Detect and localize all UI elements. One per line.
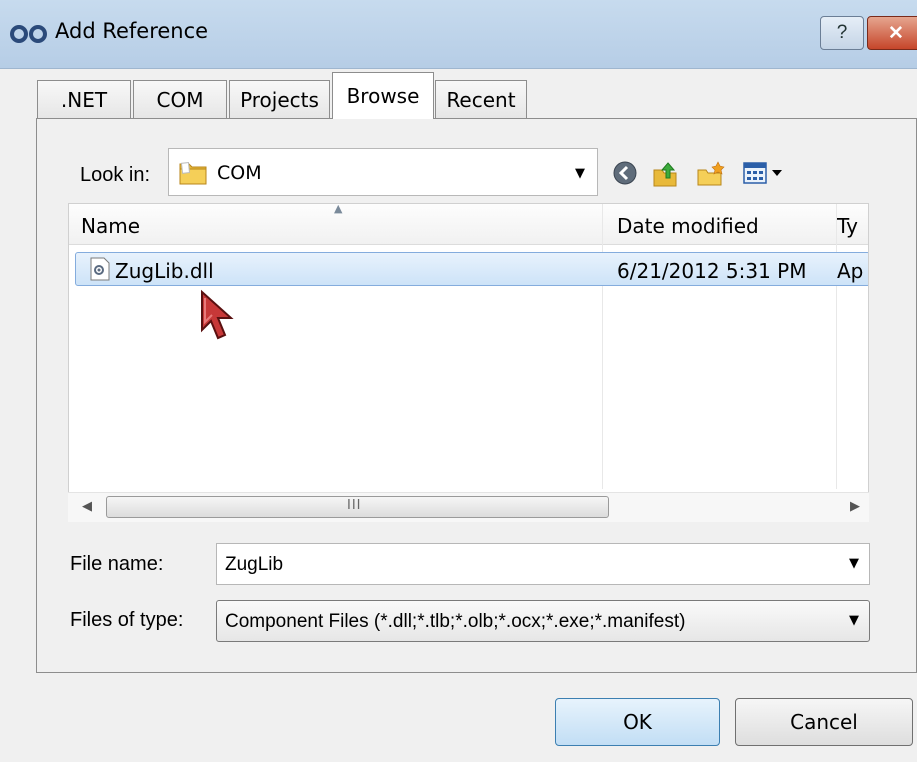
- column-header-type[interactable]: Ty: [837, 214, 858, 238]
- scrollbar-grip: III: [347, 498, 362, 513]
- list-header: ▲ Name Date modified Ty: [69, 203, 868, 245]
- column-separator: [602, 204, 603, 489]
- horizontal-scrollbar[interactable]: ◀ III ▶: [68, 492, 869, 522]
- file-name-cell: ZugLib.dll: [115, 259, 214, 283]
- mouse-cursor-icon: [201, 289, 234, 340]
- column-header-name[interactable]: Name: [81, 214, 140, 238]
- file-date-cell: 6/21/2012 5:31 PM: [617, 259, 807, 283]
- file-type-cell: Ap: [837, 259, 864, 283]
- look-in-combo[interactable]: COM: [168, 148, 598, 196]
- new-folder-icon[interactable]: [696, 160, 726, 188]
- scroll-left-arrow-icon[interactable]: ◀: [82, 499, 92, 514]
- scroll-right-arrow-icon[interactable]: ▶: [850, 499, 860, 514]
- back-icon[interactable]: [612, 160, 638, 186]
- help-button[interactable]: ?: [820, 16, 864, 50]
- files-of-type-select[interactable]: Component Files (*.dll;*.tlb;*.olb;*.ocx…: [216, 600, 870, 642]
- file-name-input[interactable]: ZugLib ▼: [216, 543, 870, 585]
- tab-projects[interactable]: Projects: [229, 80, 330, 118]
- file-list[interactable]: ▲ Name Date modified Ty ZugLib.dll 6/21/…: [68, 203, 869, 522]
- close-button[interactable]: ✕: [867, 16, 917, 50]
- look-in-label: Look in:: [80, 164, 151, 186]
- window-title: Add Reference: [55, 19, 209, 43]
- look-in-dropdown-arrow[interactable]: ▼: [575, 166, 585, 181]
- column-header-date-modified[interactable]: Date modified: [617, 214, 759, 238]
- dll-file-icon: [90, 257, 110, 281]
- references-icon: [10, 25, 47, 43]
- files-of-type-value: Component Files (*.dll;*.tlb;*.olb;*.ocx…: [225, 611, 686, 632]
- tab-com[interactable]: COM: [133, 80, 227, 118]
- views-icon[interactable]: [742, 160, 792, 186]
- cancel-button[interactable]: Cancel: [735, 698, 913, 746]
- folder-icon: [179, 162, 207, 185]
- up-folder-icon[interactable]: [652, 160, 680, 188]
- tab-dotnet[interactable]: .NET: [37, 80, 131, 118]
- sort-ascending-icon: ▲: [334, 203, 343, 215]
- tab-browse[interactable]: Browse: [332, 72, 434, 119]
- file-name-label: File name:: [70, 553, 164, 575]
- file-name-value: ZugLib: [225, 554, 284, 575]
- files-of-type-dropdown-arrow[interactable]: ▼: [849, 613, 859, 628]
- files-of-type-label: Files of type:: [70, 609, 184, 631]
- look-in-value: COM: [217, 162, 262, 184]
- ok-button[interactable]: OK: [555, 698, 720, 746]
- title-bar: Add Reference ? ✕: [0, 0, 917, 69]
- file-name-dropdown-arrow[interactable]: ▼: [849, 556, 859, 571]
- column-separator: [836, 204, 837, 489]
- scrollbar-thumb[interactable]: III: [106, 496, 609, 518]
- tab-recent[interactable]: Recent: [435, 80, 527, 118]
